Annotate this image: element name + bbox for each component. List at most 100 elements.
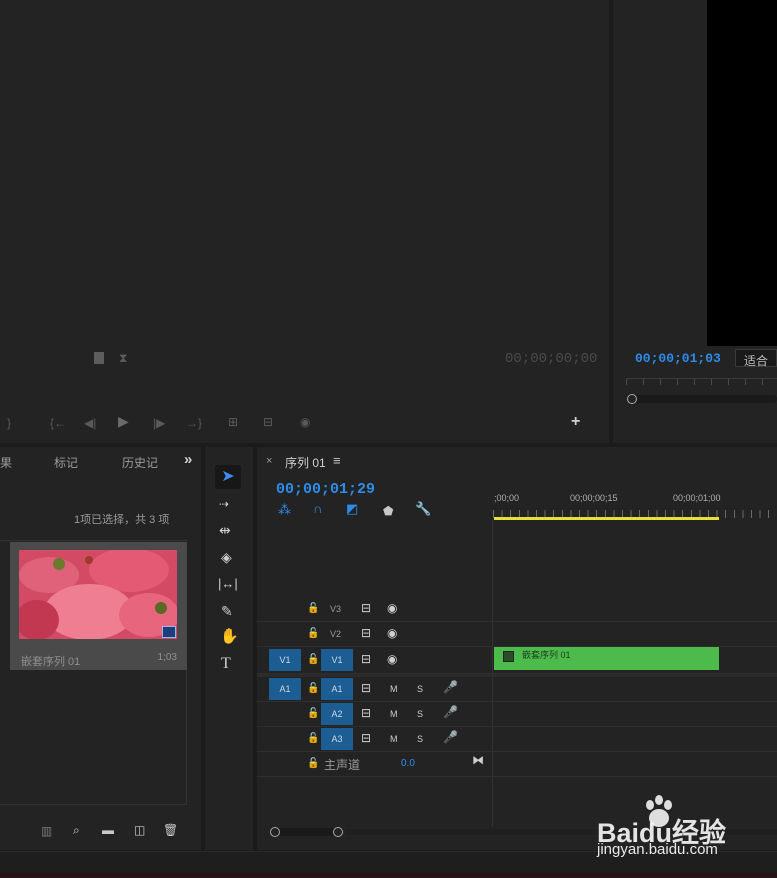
overwrite-icon[interactable]: ⊟ bbox=[263, 416, 273, 428]
sync-lock-icon[interactable]: ⊟ bbox=[361, 682, 371, 694]
go-to-out-icon[interactable]: →} bbox=[186, 417, 202, 429]
source-timecode[interactable]: 00;00;00;00 bbox=[505, 351, 597, 367]
mute-button[interactable]: M bbox=[390, 709, 398, 719]
program-scroll-handle[interactable] bbox=[627, 394, 637, 404]
fit-dropdown[interactable]: 适合 bbox=[735, 349, 777, 368]
project-item-duration: 1;03 bbox=[157, 652, 177, 663]
ruler-tick-label-1: 00;00;00;15 bbox=[570, 493, 618, 503]
solo-button[interactable]: S bbox=[417, 734, 423, 744]
tab-markers[interactable]: 标记 bbox=[54, 454, 78, 471]
track-header-a1[interactable]: A1 🔓 A1 ⊟ M S 🎤 bbox=[257, 677, 493, 702]
automate-to-sequence-icon[interactable]: ▥ bbox=[41, 825, 52, 837]
step-back-icon[interactable]: ◀| bbox=[84, 417, 96, 429]
export-frame-icon[interactable]: ◉ bbox=[300, 416, 310, 428]
drag-video-only-icon[interactable] bbox=[94, 352, 104, 364]
lock-icon[interactable]: 🔓 bbox=[307, 733, 319, 745]
sync-lock-icon[interactable]: ⊟ bbox=[361, 707, 371, 719]
new-item-icon[interactable]: ◫ bbox=[134, 824, 145, 836]
sync-lock-icon[interactable]: ⊟ bbox=[361, 602, 371, 614]
voiceover-mic-icon[interactable]: 🎤 bbox=[443, 731, 458, 743]
find-icon[interactable]: ⌕ bbox=[73, 824, 80, 836]
mute-button[interactable]: M bbox=[390, 684, 398, 694]
hand-tool-icon[interactable]: ✋ bbox=[220, 629, 239, 644]
tab-effects[interactable]: 果 bbox=[0, 454, 12, 471]
lock-icon[interactable]: 🔓 bbox=[307, 758, 319, 770]
sync-lock-icon[interactable]: ⊟ bbox=[361, 732, 371, 744]
lock-icon[interactable]: 🔓 bbox=[307, 654, 319, 666]
sync-lock-icon[interactable]: ⊟ bbox=[361, 653, 371, 665]
solo-button[interactable]: S bbox=[417, 684, 423, 694]
track-header-v2[interactable]: 🔓 V2 ⊟ ◉ bbox=[257, 622, 493, 647]
zoom-handle-right[interactable] bbox=[333, 827, 343, 837]
track-header-a2[interactable]: 🔓 A2 ⊟ M S 🎤 bbox=[257, 702, 493, 727]
timeline-settings-icon[interactable]: 🔧 bbox=[415, 502, 431, 515]
more-panels-button[interactable]: » bbox=[184, 451, 192, 468]
source-patch-v1[interactable]: V1 bbox=[269, 649, 301, 671]
lock-icon[interactable]: 🔓 bbox=[307, 708, 319, 720]
zoom-handle-left[interactable] bbox=[270, 827, 280, 837]
track-lane-master[interactable] bbox=[493, 752, 777, 777]
track-target-a3[interactable]: A3 bbox=[321, 728, 353, 750]
master-bowtie-icon[interactable]: ⧓ bbox=[472, 754, 484, 766]
track-header-master[interactable]: 🔓 主声道 0.0 ⧓ bbox=[257, 752, 493, 777]
master-volume-value[interactable]: 0.0 bbox=[401, 758, 415, 769]
source-patch-a1[interactable]: A1 bbox=[269, 678, 301, 700]
sync-lock-icon[interactable]: ⊟ bbox=[361, 627, 371, 639]
track-lane-v2[interactable] bbox=[493, 622, 777, 647]
play-icon[interactable]: ▶ bbox=[118, 414, 129, 428]
track-header-a3[interactable]: 🔓 A3 ⊟ M S 🎤 bbox=[257, 727, 493, 752]
selection-tool-icon[interactable]: ➤ bbox=[215, 465, 241, 489]
timeline-zoom-bar[interactable] bbox=[271, 828, 339, 836]
insert-icon[interactable]: ⊞ bbox=[228, 416, 238, 428]
mark-out-icon[interactable]: } bbox=[7, 417, 11, 429]
linked-selection-icon[interactable]: ◩ bbox=[346, 502, 358, 515]
voiceover-mic-icon[interactable]: 🎤 bbox=[443, 706, 458, 718]
eye-icon[interactable]: ◉ bbox=[387, 627, 397, 639]
track-target-a2[interactable]: A2 bbox=[321, 703, 353, 725]
work-area-bar[interactable] bbox=[494, 517, 719, 520]
track-name: V3 bbox=[330, 604, 342, 614]
track-lane-v3[interactable] bbox=[493, 597, 777, 622]
nested-sequence-clip[interactable]: 嵌套序列 01 bbox=[494, 647, 719, 670]
slip-tool-icon[interactable]: |↔| bbox=[218, 577, 238, 590]
nest-toggle-icon[interactable]: ⁂ bbox=[278, 503, 291, 516]
new-bin-icon[interactable]: ▬ bbox=[102, 824, 114, 836]
mute-button[interactable]: M bbox=[390, 734, 398, 744]
snap-icon[interactable]: ∩ bbox=[313, 502, 322, 515]
lock-icon[interactable]: 🔓 bbox=[307, 603, 319, 615]
ripple-edit-tool-icon[interactable]: ⇹ bbox=[219, 523, 231, 537]
project-item-card[interactable]: 嵌套序列 01 1;03 bbox=[10, 542, 187, 670]
track-header-v1[interactable]: V1 🔓 V1 ⊟ ◉ bbox=[257, 647, 493, 674]
step-forward-icon[interactable]: |▶ bbox=[153, 417, 165, 429]
timeline-tab-label[interactable]: 序列 01 bbox=[285, 454, 326, 471]
clear-icon[interactable]: 🗑 bbox=[163, 824, 178, 836]
add-marker-icon[interactable]: ⬟ bbox=[383, 505, 393, 517]
razor-tool-icon[interactable]: ◈ bbox=[221, 550, 232, 564]
lock-icon[interactable]: 🔓 bbox=[307, 628, 319, 640]
type-tool-icon[interactable]: T bbox=[221, 656, 231, 672]
eye-icon[interactable]: ◉ bbox=[387, 602, 397, 614]
track-header-v3[interactable]: 🔓 V3 ⊟ ◉ bbox=[257, 597, 493, 622]
go-to-in-icon[interactable]: {← bbox=[50, 417, 66, 429]
track-target-v1[interactable]: V1 bbox=[321, 649, 353, 671]
track-lane-a1[interactable] bbox=[493, 677, 777, 702]
timeline-timecode[interactable]: 00;00;01;29 bbox=[276, 481, 375, 498]
timeline-panel-menu[interactable]: ≡ bbox=[333, 453, 341, 468]
track-lane-a3[interactable] bbox=[493, 727, 777, 752]
track-name: V2 bbox=[330, 629, 342, 639]
tab-history[interactable]: 历史记 bbox=[122, 454, 158, 471]
eye-icon[interactable]: ◉ bbox=[387, 653, 397, 665]
track-target-a1[interactable]: A1 bbox=[321, 678, 353, 700]
drag-audio-only-icon[interactable]: ⧗ bbox=[119, 352, 127, 364]
solo-button[interactable]: S bbox=[417, 709, 423, 719]
track-select-tool-icon[interactable]: ⇢ bbox=[219, 498, 229, 510]
lock-icon[interactable]: 🔓 bbox=[307, 683, 319, 695]
program-timecode[interactable]: 00;00;01;03 bbox=[635, 351, 721, 366]
track-lane-a2[interactable] bbox=[493, 702, 777, 727]
program-scrollbar[interactable] bbox=[629, 395, 777, 403]
add-button-icon[interactable]: + bbox=[571, 414, 580, 430]
program-ruler[interactable] bbox=[626, 378, 777, 393]
timeline-close-button[interactable]: × bbox=[266, 455, 272, 467]
pen-tool-icon[interactable]: ✎ bbox=[221, 604, 233, 618]
voiceover-mic-icon[interactable]: 🎤 bbox=[443, 681, 458, 693]
